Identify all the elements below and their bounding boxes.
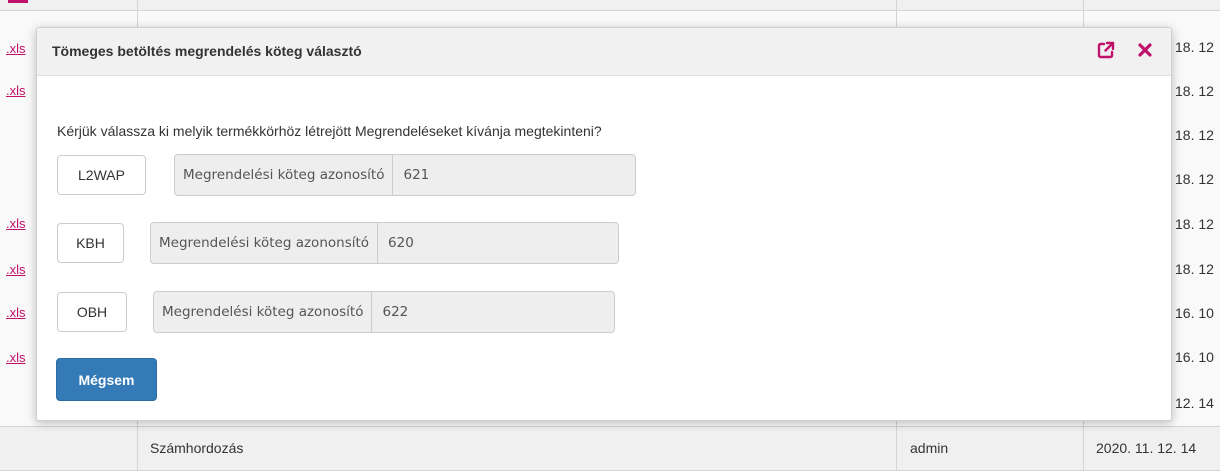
batch-id-label: Megrendelési köteg azonosító bbox=[153, 291, 372, 333]
batch-id-label: Megrendelési köteg azonosító bbox=[174, 154, 393, 196]
option-button-obh[interactable]: OBH bbox=[57, 292, 127, 332]
option-button-kbh[interactable]: KBH bbox=[57, 223, 124, 263]
row-date-cell: 2020. 11. 12. 14 bbox=[1096, 440, 1197, 456]
date-cell: 18. 12 bbox=[1175, 127, 1214, 143]
date-cell: 18. 12 bbox=[1175, 171, 1214, 187]
cancel-button[interactable]: Mégsem bbox=[56, 358, 157, 401]
option-button-l2wap[interactable]: L2WAP bbox=[57, 155, 146, 195]
date-cell: 12. 14 bbox=[1175, 395, 1214, 411]
table-row bbox=[0, 0, 1220, 11]
batch-id-label: Megrendelési köteg azononsító bbox=[150, 222, 378, 264]
close-icon[interactable] bbox=[1136, 41, 1154, 59]
date-cell: 16. 10 bbox=[1175, 349, 1214, 365]
batch-id-field[interactable] bbox=[392, 154, 637, 196]
date-cell: 18. 12 bbox=[1175, 216, 1214, 232]
external-link-icon[interactable] bbox=[1097, 41, 1115, 59]
dialog-header: Tömeges betöltés megrendelés köteg válas… bbox=[37, 28, 1171, 76]
dialog-title: Tömeges betöltés megrendelés köteg válas… bbox=[52, 43, 362, 59]
xls-link[interactable]: .xls bbox=[6, 350, 26, 365]
date-cell: 18. 12 bbox=[1175, 39, 1214, 55]
batch-id-input-group: Megrendelési köteg azononsító bbox=[150, 222, 620, 264]
batch-id-input-group: Megrendelési köteg azonosító bbox=[174, 154, 637, 196]
xls-link[interactable]: .xls bbox=[6, 262, 26, 277]
date-cell: 18. 12 bbox=[1175, 261, 1214, 277]
row-user-cell: admin bbox=[910, 440, 949, 456]
batch-selector-dialog: Tömeges betöltés megrendelés köteg válas… bbox=[36, 27, 1172, 421]
batch-id-field[interactable] bbox=[371, 291, 616, 333]
date-cell: 18. 12 bbox=[1175, 83, 1214, 99]
question-text: Kérjük válassza ki melyik termékkörhöz l… bbox=[57, 123, 602, 139]
row-name-cell: Számhordozás bbox=[150, 440, 244, 456]
batch-id-field[interactable] bbox=[377, 222, 620, 264]
batch-id-input-group: Megrendelési köteg azonosító bbox=[153, 291, 616, 333]
xls-link[interactable]: .xls bbox=[6, 305, 26, 320]
link-underline-accent bbox=[8, 0, 28, 3]
date-cell: 16. 10 bbox=[1175, 305, 1214, 321]
xls-link[interactable]: .xls bbox=[6, 216, 26, 231]
xls-link[interactable]: .xls bbox=[6, 41, 26, 56]
xls-link[interactable]: .xls bbox=[6, 83, 26, 98]
